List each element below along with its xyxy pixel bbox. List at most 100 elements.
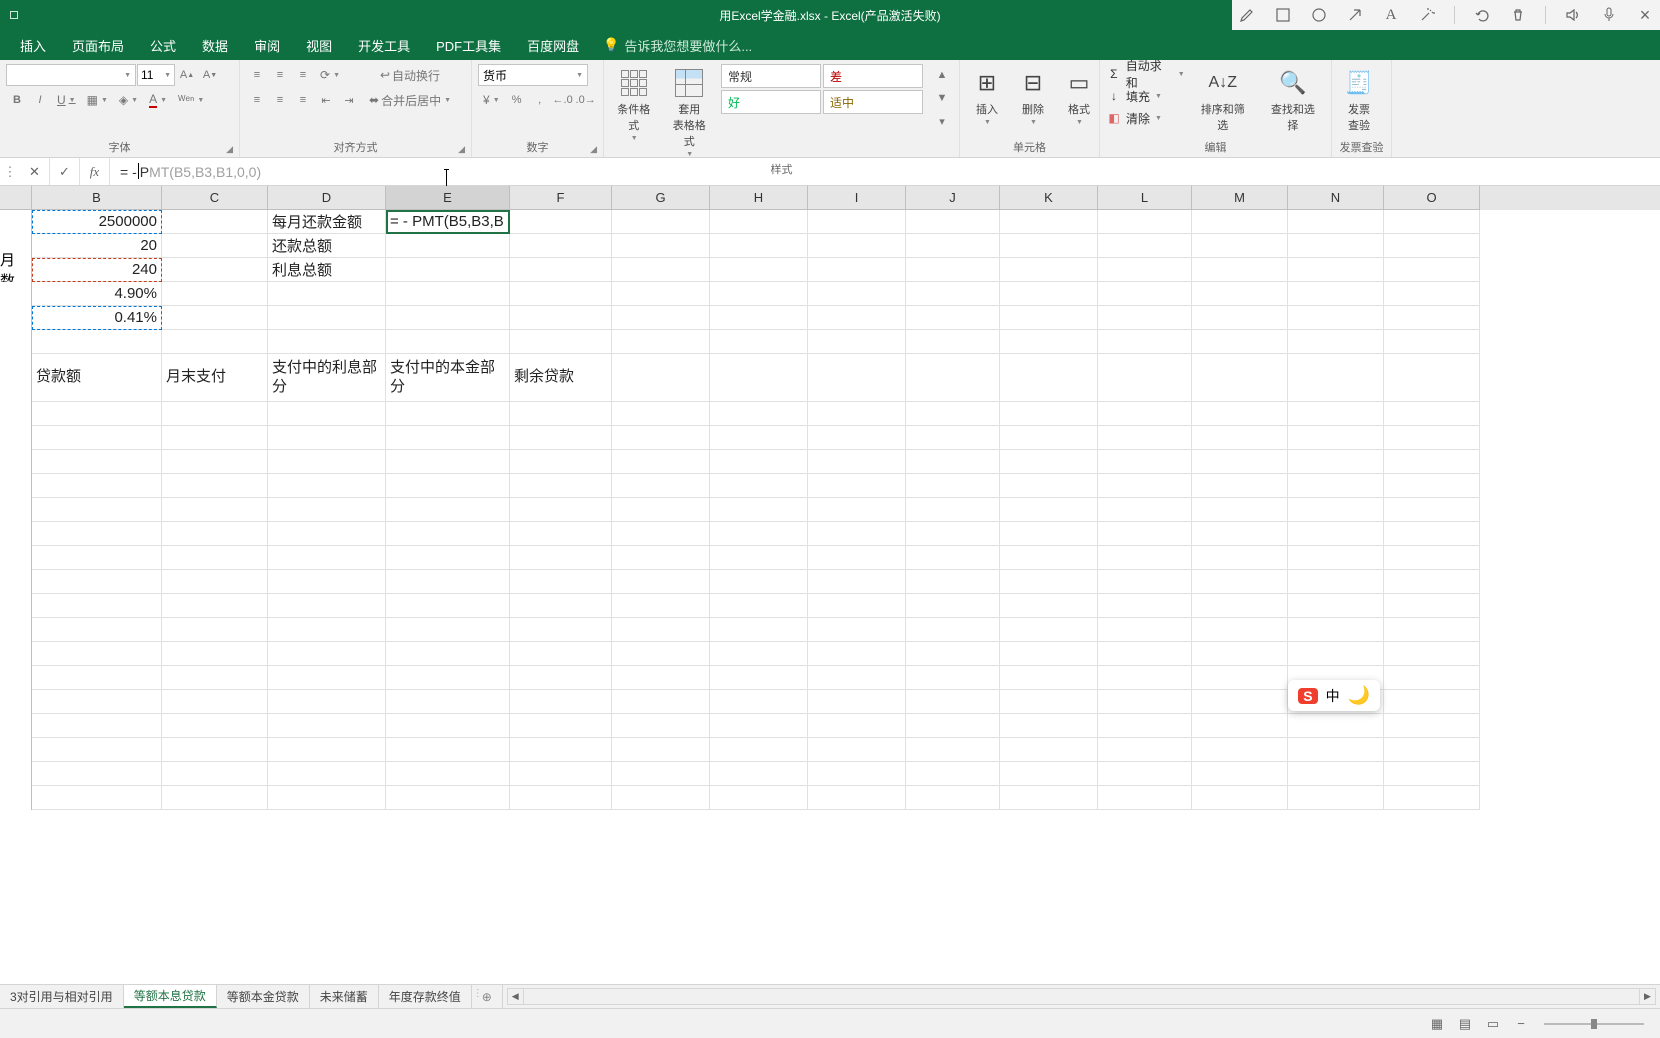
cell[interactable]	[162, 738, 268, 762]
cell[interactable]	[612, 498, 710, 522]
cell[interactable]	[1098, 306, 1192, 330]
menu-view[interactable]: 视图	[294, 31, 344, 59]
cell[interactable]	[162, 642, 268, 666]
cell[interactable]	[1098, 426, 1192, 450]
trash-icon[interactable]	[1509, 6, 1527, 24]
col-header[interactable]: C	[162, 186, 268, 210]
cell[interactable]: 利息总额	[268, 258, 386, 282]
cell[interactable]	[808, 570, 906, 594]
cell[interactable]	[808, 330, 906, 354]
cell[interactable]	[808, 522, 906, 546]
cell[interactable]	[1000, 450, 1098, 474]
cell[interactable]	[510, 522, 612, 546]
cell[interactable]	[386, 402, 510, 426]
cell[interactable]	[1288, 738, 1384, 762]
cell[interactable]	[710, 522, 808, 546]
cell[interactable]	[1000, 498, 1098, 522]
cell[interactable]	[32, 738, 162, 762]
col-header[interactable]: F	[510, 186, 612, 210]
arrow-icon[interactable]	[1346, 6, 1364, 24]
cell[interactable]	[1000, 402, 1098, 426]
zoom-slider[interactable]	[1544, 1023, 1644, 1025]
font-size-select[interactable]: 11▼	[137, 64, 175, 86]
col-header[interactable]: M	[1192, 186, 1288, 210]
col-header[interactable]: B	[32, 186, 162, 210]
cell[interactable]	[1192, 714, 1288, 738]
cell[interactable]: 4.90%	[32, 282, 162, 306]
cell[interactable]	[386, 570, 510, 594]
cell[interactable]	[710, 210, 808, 234]
cell[interactable]	[1384, 282, 1480, 306]
cell[interactable]	[510, 330, 612, 354]
menu-formula[interactable]: 公式	[138, 31, 188, 59]
cell[interactable]	[906, 426, 1000, 450]
cell[interactable]	[906, 210, 1000, 234]
number-format-select[interactable]: 货币▼	[478, 64, 588, 86]
circle-icon[interactable]	[1310, 6, 1328, 24]
cell[interactable]	[906, 258, 1000, 282]
cell[interactable]	[1000, 330, 1098, 354]
find-select-button[interactable]: 🔍查找和选择	[1261, 64, 1325, 136]
cell[interactable]	[1288, 282, 1384, 306]
gallery-up-icon[interactable]: ▲	[931, 64, 953, 86]
cell[interactable]	[710, 546, 808, 570]
cell[interactable]	[1098, 522, 1192, 546]
cell[interactable]	[386, 450, 510, 474]
col-header[interactable]: J	[906, 186, 1000, 210]
italic-button[interactable]: I	[29, 89, 51, 111]
cell[interactable]	[268, 450, 386, 474]
cell[interactable]	[32, 786, 162, 810]
sheet-tab[interactable]: 等额本金贷款	[217, 985, 310, 1008]
cell[interactable]	[162, 450, 268, 474]
cell[interactable]	[386, 498, 510, 522]
cell[interactable]	[906, 570, 1000, 594]
col-header[interactable]: G	[612, 186, 710, 210]
cell[interactable]	[1000, 714, 1098, 738]
cell[interactable]	[1192, 426, 1288, 450]
cell[interactable]	[510, 498, 612, 522]
phonetic-button[interactable]: ᵂᵉⁿ▼	[173, 89, 209, 111]
cell[interactable]	[162, 210, 268, 234]
title-minimize-icon[interactable]	[0, 11, 28, 19]
cell[interactable]	[710, 618, 808, 642]
cell[interactable]	[1192, 210, 1288, 234]
cell[interactable]	[808, 474, 906, 498]
cell[interactable]	[710, 738, 808, 762]
gallery-down-icon[interactable]: ▼	[931, 87, 953, 109]
cell[interactable]	[32, 762, 162, 786]
cell[interactable]	[268, 474, 386, 498]
cell[interactable]	[510, 570, 612, 594]
menu-pdf[interactable]: PDF工具集	[424, 31, 513, 59]
align-right-icon[interactable]: ≡	[292, 89, 314, 111]
cell[interactable]	[162, 306, 268, 330]
cell[interactable]	[162, 762, 268, 786]
cell[interactable]	[510, 762, 612, 786]
cell[interactable]	[1098, 450, 1192, 474]
cell[interactable]	[1384, 594, 1480, 618]
cell[interactable]	[1000, 522, 1098, 546]
cell[interactable]	[1192, 306, 1288, 330]
cell[interactable]	[32, 642, 162, 666]
cell[interactable]	[1098, 282, 1192, 306]
cell[interactable]	[1000, 642, 1098, 666]
cell[interactable]	[612, 618, 710, 642]
cell[interactable]	[710, 474, 808, 498]
cell[interactable]	[268, 618, 386, 642]
fill-button[interactable]: ↓填充▼	[1106, 86, 1185, 106]
cell[interactable]	[1288, 210, 1384, 234]
cell[interactable]	[1288, 354, 1384, 402]
cell[interactable]: 剩余贷款	[510, 354, 612, 402]
cell[interactable]	[1098, 330, 1192, 354]
align-middle-icon[interactable]: ≡	[269, 64, 291, 86]
cell[interactable]	[510, 786, 612, 810]
cell[interactable]	[1384, 642, 1480, 666]
cell[interactable]	[710, 450, 808, 474]
cell[interactable]	[386, 282, 510, 306]
fill-color-button[interactable]: ◈▼	[114, 89, 143, 111]
cell[interactable]	[1000, 690, 1098, 714]
cell[interactable]: 240	[32, 258, 162, 282]
cell[interactable]	[1288, 450, 1384, 474]
cell[interactable]	[808, 738, 906, 762]
cell[interactable]	[386, 642, 510, 666]
orientation-button[interactable]: ⟳▼	[315, 64, 345, 86]
